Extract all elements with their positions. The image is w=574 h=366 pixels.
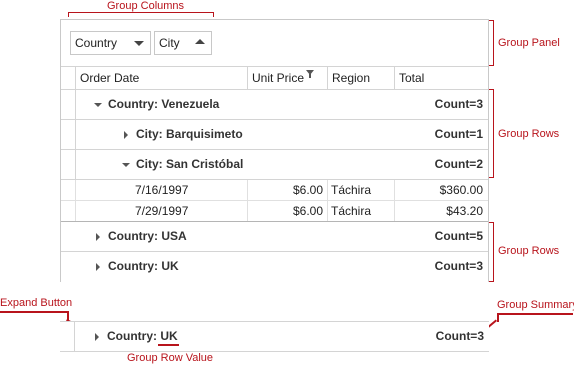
indent-line [75,120,76,149]
example-group-row-prefix: Country: [107,329,161,343]
group-row-usa[interactable]: Country: USA Count=5 [61,222,488,252]
group-summary: Count=3 [434,259,483,273]
column-header-order-date[interactable]: Order Date [75,67,247,89]
group-row-uk[interactable]: Country: UK Count=3 [61,252,488,282]
column-header-row: Order Date Unit Price Region Total [61,66,488,90]
group-row-venezuela[interactable]: Country: Venezuela Count=3 [61,90,488,120]
group-rows-bracket-1 [489,89,494,178]
group-chip-city[interactable]: City [154,31,212,55]
expand-icon[interactable] [124,131,128,139]
example-group-row[interactable]: Country: UK Count=3 [60,321,489,352]
group-columns-bracket [68,12,214,17]
collapse-icon[interactable] [94,103,102,107]
cell-order-date: 7/29/1997 [135,204,189,218]
group-row-label: City: Barquisimeto [136,127,243,141]
cell-region: Táchira [331,183,372,197]
group-summary: Count=2 [434,157,483,171]
group-chip-country-label: Country [75,36,118,50]
group-row-label: City: San Cristóbal [136,157,244,171]
example-group-row-value: UK [160,329,178,343]
filter-icon-stem [309,74,311,78]
annotation-group-row-value: Group Row Value [127,352,214,364]
cell-divider [327,201,328,221]
group-chip-city-label: City [159,36,180,50]
annotation-group-rows-1: Group Rows [498,128,560,140]
cell-unit-price: $6.00 [292,204,323,218]
group-row-barquisimeto[interactable]: City: Barquisimeto Count=1 [61,120,488,150]
indent-line [74,322,75,351]
cell-divider [394,201,395,221]
cell-divider [247,180,248,200]
group-summary-leader-h [497,313,573,315]
group-summary: Count=3 [434,97,483,111]
group-row-label: Country: USA [108,229,187,243]
group-row-value-underline [158,344,179,346]
column-header-total-label: Total [399,71,425,85]
group-chip-country[interactable]: Country [70,31,151,55]
annotation-group-rows-2: Group Rows [498,245,560,257]
column-header-unit-price[interactable]: Unit Price [247,67,327,89]
cell-divider [394,180,395,200]
table-row[interactable]: 7/29/1997 $6.00 Táchira $43.20 [61,201,488,222]
group-row-label: Country: UK [108,259,179,273]
group-summary: Count=3 [435,329,484,343]
group-panel-bracket [489,20,494,66]
cell-order-date: 7/16/1997 [135,183,189,197]
sort-ascending-icon [195,39,205,44]
expand-icon[interactable] [95,333,99,341]
indent-line [75,201,76,221]
group-row-label: Country: Venezuela [108,97,220,111]
group-rows-bracket-2 [489,222,494,282]
annotation-expand-button: Expand Button [0,297,73,309]
cell-divider [327,180,328,200]
annotation-group-panel: Group Panel [498,37,560,49]
indent-line [75,150,76,179]
group-summary: Count=5 [434,229,483,243]
sort-descending-icon [134,41,144,46]
indent-line [75,90,76,119]
indent-line [75,180,76,200]
cell-total: $43.20 [446,204,483,218]
collapse-icon[interactable] [122,163,130,167]
group-summary: Count=1 [434,127,483,141]
group-row-san-cristobal[interactable]: City: San Cristóbal Count=2 [61,150,488,180]
table-row[interactable]: 7/16/1997 $6.00 Táchira $360.00 [61,180,488,201]
data-grid: Country City Order Date Unit Price Regio… [60,19,489,282]
annotation-group-columns: Group Columns [107,0,185,12]
column-header-region-label: Region [332,71,371,85]
expand-icon[interactable] [96,233,100,241]
column-header-region[interactable]: Region [327,67,394,89]
cell-region: Táchira [331,204,372,218]
cell-unit-price: $6.00 [292,183,323,197]
example-group-row-text: Country: UK [107,322,178,351]
group-panel: Country City [61,20,488,66]
cell-total: $360.00 [439,183,483,197]
column-header-order-date-label: Order Date [80,71,140,85]
annotation-group-summary: Group Summary [497,299,574,311]
column-header-total[interactable]: Total [394,67,488,89]
expand-button-leader-h [0,311,68,313]
expand-icon[interactable] [96,263,100,271]
column-header-unit-price-label: Unit Price [252,71,305,85]
cell-divider [247,201,248,221]
